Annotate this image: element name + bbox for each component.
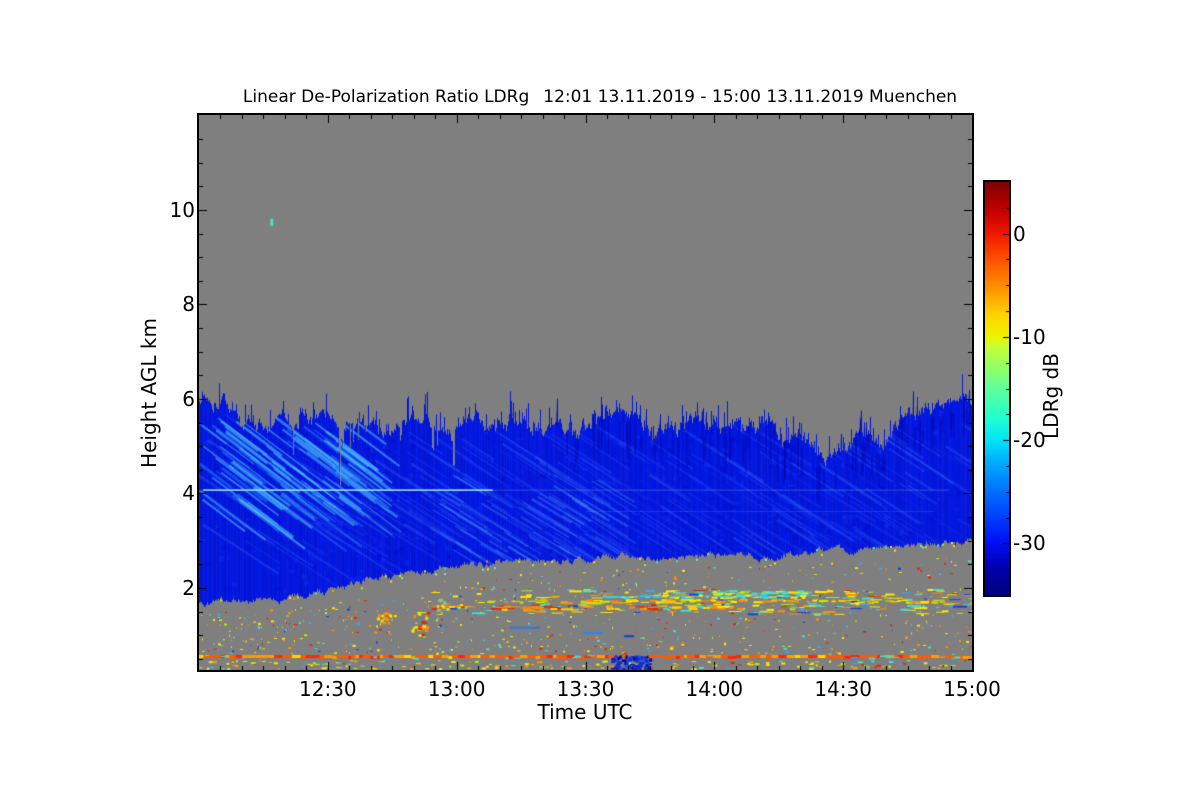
x-tick-label: 15:00 xyxy=(943,677,1001,701)
x-axis-title: Time UTC xyxy=(537,700,633,724)
colorbar-tick-label: 0 xyxy=(1013,221,1026,246)
colorbar xyxy=(983,180,1011,597)
x-tick-label: 14:00 xyxy=(685,677,744,701)
y-tick-label: 6 xyxy=(182,386,195,411)
colorbar-canvas xyxy=(985,182,1009,595)
colorbar-tick-label: -30 xyxy=(1013,531,1046,556)
ldr-quicklook-page: Linear De-Polarization Ratio LDRg 12:01 … xyxy=(0,0,1200,800)
x-tick-label: 13:30 xyxy=(556,677,615,701)
y-tick-label: 2 xyxy=(182,575,195,600)
x-tick-label: 14:30 xyxy=(814,677,872,701)
chart-title: Linear De-Polarization Ratio LDRg 12:01 … xyxy=(0,87,1200,107)
chart-title-main: Linear De-Polarization Ratio LDRg xyxy=(242,87,530,107)
x-tick-label: 12:30 xyxy=(299,677,357,701)
chart-title-range: 12:01 13.11.2019 - 15:00 13.11.2019 Muen… xyxy=(543,87,958,107)
heatmap-plot-area xyxy=(197,113,974,672)
y-tick-label: 8 xyxy=(182,292,195,317)
x-tick-label: 13:00 xyxy=(427,677,486,701)
y-tick-label: 4 xyxy=(182,481,195,506)
colorbar-tick-label: -20 xyxy=(1013,428,1046,453)
colorbar-title: LDRg dB xyxy=(1039,353,1063,439)
y-tick-label: 10 xyxy=(169,197,195,222)
heatmap-canvas xyxy=(199,115,972,670)
colorbar-tick-label: -10 xyxy=(1013,324,1046,349)
